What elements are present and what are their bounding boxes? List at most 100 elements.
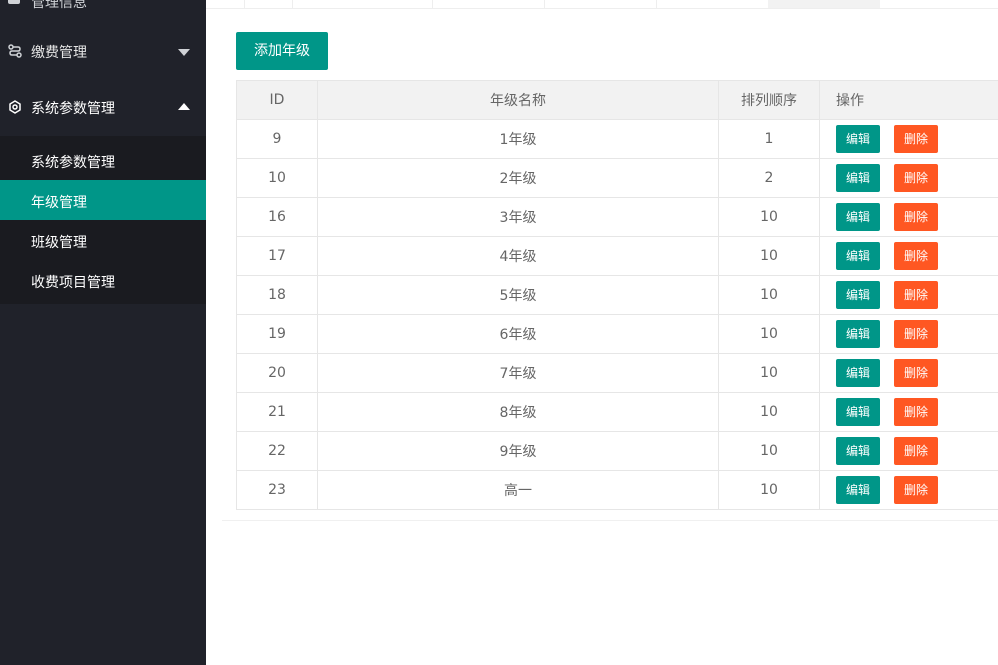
cell-actions: 编辑 删除 <box>819 236 998 276</box>
table-row: 18 5年级 10 编辑 删除 <box>236 275 998 315</box>
main-content: 添加年级 ID 年级名称 排列顺序 操作 9 1年级 1 编辑 删除 10 2年级 2 编辑 删除… <box>206 0 998 665</box>
cell-id: 21 <box>236 392 318 432</box>
add-grade-button[interactable]: 添加年级 <box>236 32 328 70</box>
edit-button[interactable]: 编辑 <box>836 476 880 504</box>
cell-actions: 编辑 删除 <box>819 314 998 354</box>
header-id: ID <box>236 80 318 120</box>
cell-id: 19 <box>236 314 318 354</box>
cell-actions: 编辑 删除 <box>819 119 998 159</box>
gear-icon <box>9 100 21 114</box>
edit-button[interactable]: 编辑 <box>836 359 880 387</box>
cell-id: 9 <box>236 119 318 159</box>
cell-id: 10 <box>236 158 318 198</box>
cell-order: 2 <box>718 158 820 198</box>
submenu-item-label: 班级管理 <box>31 235 87 251</box>
nav-item-payment[interactable]: 缴费管理 <box>0 23 206 79</box>
cell-order: 10 <box>718 236 820 276</box>
edit-button[interactable]: 编辑 <box>836 125 880 153</box>
delete-button[interactable]: 删除 <box>894 281 938 309</box>
table-row: 22 9年级 10 编辑 删除 <box>236 431 998 471</box>
submenu-item-fee-items[interactable]: 收费项目管理 <box>0 260 206 300</box>
table-row: 23 高一 10 编辑 删除 <box>236 470 998 510</box>
tab-active[interactable] <box>768 0 880 8</box>
cell-name: 8年级 <box>317 392 719 432</box>
cell-id: 18 <box>236 275 318 315</box>
cell-name: 2年级 <box>317 158 719 198</box>
table-row: 17 4年级 10 编辑 删除 <box>236 236 998 276</box>
edit-button[interactable]: 编辑 <box>836 320 880 348</box>
submenu-item-grade[interactable]: 年级管理 <box>0 180 206 220</box>
cell-actions: 编辑 删除 <box>819 431 998 471</box>
chevron-down-icon <box>178 49 190 56</box>
cell-name: 5年级 <box>317 275 719 315</box>
edit-button[interactable]: 编辑 <box>836 164 880 192</box>
nav-item-payment-label: 缴费管理 <box>31 45 87 61</box>
cell-actions: 编辑 删除 <box>819 275 998 315</box>
edit-button[interactable]: 编辑 <box>836 203 880 231</box>
submenu: 系统参数管理 年级管理 班级管理 收费项目管理 <box>0 136 206 304</box>
cell-actions: 编辑 删除 <box>819 158 998 198</box>
tab-divider <box>656 0 657 8</box>
table-row: 21 8年级 10 编辑 删除 <box>236 392 998 432</box>
nav-item-system-params-label: 系统参数管理 <box>31 101 115 117</box>
delete-button[interactable]: 删除 <box>894 476 938 504</box>
cell-order: 10 <box>718 353 820 393</box>
cell-id: 20 <box>236 353 318 393</box>
cell-name: 7年级 <box>317 353 719 393</box>
cell-order: 1 <box>718 119 820 159</box>
tab-divider <box>244 0 245 8</box>
header-name: 年级名称 <box>317 80 719 120</box>
cell-order: 10 <box>718 314 820 354</box>
edit-button[interactable]: 编辑 <box>836 281 880 309</box>
table-row: 16 3年级 10 编辑 删除 <box>236 197 998 237</box>
submenu-item-class[interactable]: 班级管理 <box>0 220 206 260</box>
cell-actions: 编辑 删除 <box>819 353 998 393</box>
tab-bar <box>206 0 998 9</box>
cell-id: 16 <box>236 197 318 237</box>
table-row: 9 1年级 1 编辑 删除 <box>236 119 998 159</box>
nav-item-partial[interactable]: 管理信息 <box>0 0 206 11</box>
cell-name: 1年级 <box>317 119 719 159</box>
table-header-row: ID 年级名称 排列顺序 操作 <box>236 80 998 120</box>
cell-order: 10 <box>718 197 820 237</box>
table-row: 19 6年级 10 编辑 删除 <box>236 314 998 354</box>
cell-id: 22 <box>236 431 318 471</box>
cell-name: 高一 <box>317 470 719 510</box>
edit-button[interactable]: 编辑 <box>836 242 880 270</box>
grid-icon <box>8 0 20 4</box>
delete-button[interactable]: 删除 <box>894 242 938 270</box>
header-order: 排列顺序 <box>718 80 820 120</box>
nav-item-system-params[interactable]: 系统参数管理 <box>0 79 206 135</box>
nav-item-partial-label: 管理信息 <box>31 0 87 11</box>
cell-id: 17 <box>236 236 318 276</box>
table-row: 10 2年级 2 编辑 删除 <box>236 158 998 198</box>
tab-divider <box>544 0 545 8</box>
delete-button[interactable]: 删除 <box>894 320 938 348</box>
cell-order: 10 <box>718 392 820 432</box>
cell-actions: 编辑 删除 <box>819 470 998 510</box>
cell-name: 3年级 <box>317 197 719 237</box>
cell-actions: 编辑 删除 <box>819 392 998 432</box>
tab-divider <box>432 0 433 8</box>
submenu-item-system-params[interactable]: 系统参数管理 <box>0 140 206 180</box>
submenu-item-label: 系统参数管理 <box>31 155 115 171</box>
cell-name: 6年级 <box>317 314 719 354</box>
edit-button[interactable]: 编辑 <box>836 437 880 465</box>
cell-order: 10 <box>718 431 820 471</box>
cell-order: 10 <box>718 470 820 510</box>
delete-button[interactable]: 删除 <box>894 125 938 153</box>
delete-button[interactable]: 删除 <box>894 203 938 231</box>
delete-button[interactable]: 删除 <box>894 437 938 465</box>
chevron-up-icon <box>178 103 190 110</box>
delete-button[interactable]: 删除 <box>894 359 938 387</box>
sidebar: 管理信息 缴费管理 系统参数管理 系统参数管理 年级管理 班级管理 收费项目管理 <box>0 0 206 665</box>
table-row: 20 7年级 10 编辑 删除 <box>236 353 998 393</box>
cell-id: 23 <box>236 470 318 510</box>
delete-button[interactable]: 删除 <box>894 398 938 426</box>
edit-button[interactable]: 编辑 <box>836 398 880 426</box>
cell-name: 9年级 <box>317 431 719 471</box>
grade-table: ID 年级名称 排列顺序 操作 9 1年级 1 编辑 删除 10 2年级 2 编辑 删除 16 3年级… <box>236 80 998 510</box>
cell-name: 4年级 <box>317 236 719 276</box>
cell-order: 10 <box>718 275 820 315</box>
delete-button[interactable]: 删除 <box>894 164 938 192</box>
